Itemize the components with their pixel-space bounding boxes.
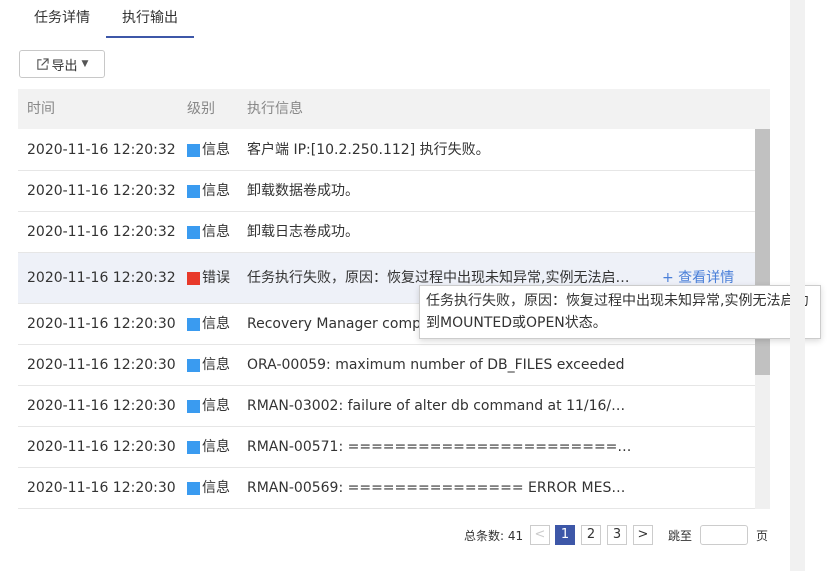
export-button[interactable]: 导出 ▼ — [19, 50, 105, 78]
row-level: 信息 — [187, 304, 247, 344]
next-page-button[interactable]: > — [633, 525, 653, 545]
total-count: 总条数: 41 — [464, 529, 524, 543]
row-level: 信息 — [187, 171, 247, 211]
row-message: RMAN-03002: failure of alter db command … — [247, 398, 632, 414]
column-header-message: 执行信息 — [247, 101, 303, 117]
level-label: 信息 — [202, 357, 230, 373]
row-level: 信息 — [187, 130, 247, 170]
level-label: 错误 — [202, 270, 230, 286]
page-scrollbar[interactable] — [790, 0, 805, 571]
table-row: 2020-11-16 12:20:30 信息 RMAN-03002: failu… — [18, 386, 755, 427]
tab-task-details[interactable]: 任务详情 — [34, 0, 90, 36]
export-label: 导出 — [51, 58, 78, 74]
row-level: 错误 — [187, 253, 247, 303]
table-row: 2020-11-16 12:20:30 信息 RMAN-00571: =====… — [18, 427, 755, 468]
tab-execution-output[interactable]: 执行输出 — [106, 0, 194, 38]
page-button-1[interactable]: 1 — [555, 525, 575, 545]
message-tooltip: 任务执行失败，原因：恢复过程中出现未知异常,实例无法启动到MOUNTED或OPE… — [419, 285, 821, 339]
tab-bar: 任务详情 执行输出 — [18, 0, 758, 38]
table-row: 2020-11-16 12:20:30 信息 RMAN-00569: =====… — [18, 468, 755, 509]
row-message: RMAN-00571: ============================… — [247, 439, 632, 455]
level-label: 信息 — [202, 398, 230, 414]
level-info-icon — [187, 440, 200, 454]
row-message: 卸载数据卷成功。 — [247, 183, 359, 199]
level-label: 信息 — [202, 183, 230, 199]
table-row: 2020-11-16 12:20:30 信息 ORA-00059: maximu… — [18, 345, 755, 386]
page-unit-label: 页 — [756, 529, 769, 543]
table-row: 2020-11-16 12:20:32 信息 客户端 IP:[10.2.250.… — [18, 130, 755, 171]
level-info-icon — [187, 358, 200, 372]
row-message: RMAN-00569: =============== ERROR MESSAG… — [247, 480, 632, 496]
row-level: 信息 — [187, 345, 247, 385]
row-time: 2020-11-16 12:20:32 — [27, 270, 176, 286]
row-level: 信息 — [187, 212, 247, 252]
row-message: 卸载日志卷成功。 — [247, 224, 359, 240]
row-time: 2020-11-16 12:20:30 — [27, 316, 176, 332]
row-message: ORA-00059: maximum number of DB_FILES ex… — [247, 357, 625, 373]
row-message: 客户端 IP:[10.2.250.112] 执行失败。 — [247, 142, 490, 158]
jump-label: 跳至 — [668, 529, 693, 543]
table-row: 2020-11-16 12:20:32 信息 卸载数据卷成功。 — [18, 171, 755, 212]
row-time: 2020-11-16 12:20:32 — [27, 142, 176, 158]
level-info-icon — [187, 143, 200, 157]
row-time: 2020-11-16 12:20:30 — [27, 480, 176, 496]
level-info-icon — [187, 184, 200, 198]
level-label: 信息 — [202, 142, 230, 158]
caret-down-icon: ▼ — [81, 59, 89, 69]
level-info-icon — [187, 225, 200, 239]
level-label: 信息 — [202, 439, 230, 455]
level-info-icon — [187, 481, 200, 495]
row-time: 2020-11-16 12:20:30 — [27, 398, 176, 414]
row-time: 2020-11-16 12:20:32 — [27, 183, 176, 199]
column-header-time: 时间 — [27, 101, 55, 117]
row-level: 信息 — [187, 468, 247, 508]
level-info-icon — [187, 399, 200, 413]
row-level: 信息 — [187, 427, 247, 467]
column-header-level: 级别 — [187, 101, 215, 117]
table-row: 2020-11-16 12:20:32 信息 卸载日志卷成功。 — [18, 212, 755, 253]
prev-page-button[interactable]: < — [530, 525, 550, 545]
row-time: 2020-11-16 12:20:30 — [27, 357, 176, 373]
level-label: 信息 — [202, 224, 230, 240]
pagination: 总条数: 41 < 1 2 3 > 跳至 页 — [0, 525, 835, 547]
level-label: 信息 — [202, 316, 230, 332]
level-label: 信息 — [202, 480, 230, 496]
level-error-icon — [187, 271, 200, 285]
page-button-2[interactable]: 2 — [581, 525, 601, 545]
jump-page-input[interactable] — [700, 525, 748, 545]
export-icon — [36, 57, 49, 70]
row-level: 信息 — [187, 386, 247, 426]
page-button-3[interactable]: 3 — [607, 525, 627, 545]
level-info-icon — [187, 317, 200, 331]
row-time: 2020-11-16 12:20:32 — [27, 224, 176, 240]
row-time: 2020-11-16 12:20:30 — [27, 439, 176, 455]
table-header: 时间 级别 执行信息 — [18, 89, 770, 129]
